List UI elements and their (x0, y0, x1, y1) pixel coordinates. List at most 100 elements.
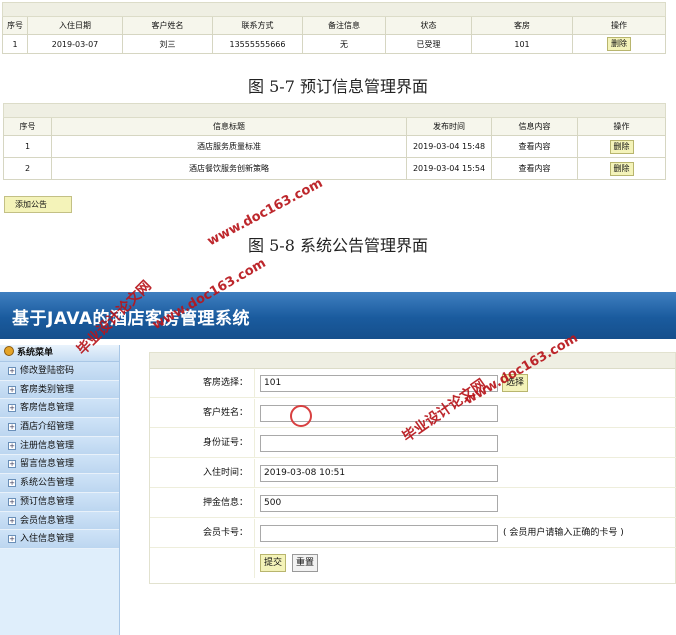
col-action: 操作 (577, 117, 666, 136)
sidebar-item-label: 客房类别管理 (20, 384, 75, 395)
sidebar-item-checkin[interactable]: + 入住信息管理 (0, 530, 119, 549)
booking-table-header: 序号 入住日期 客户姓名 联系方式 备注信息 状态 客房 操作 (2, 16, 666, 35)
add-notice-button[interactable]: 添加公告 (4, 196, 72, 213)
form-row-member: 会员卡号： ( 会员用户请输入正确的卡号 ) (150, 519, 676, 548)
plus-icon: + (8, 460, 16, 469)
sidebar-item-room-category[interactable]: + 客房类别管理 (0, 380, 119, 400)
delete-button[interactable]: 删除 (609, 139, 634, 154)
form-title-bar (150, 353, 675, 369)
col-no: 序号 (2, 16, 28, 35)
delete-button[interactable]: 删除 (609, 161, 634, 176)
plus-icon: + (8, 441, 16, 450)
member-label: 会员卡号： (150, 519, 255, 548)
sidebar-item-label: 酒店介绍管理 (20, 422, 75, 433)
sidebar-item-label: 系统公告管理 (20, 478, 75, 489)
id-label: 身份证号： (150, 429, 255, 458)
plus-icon: + (8, 385, 16, 394)
sidebar: 系统菜单 + 修改登陆密码 + 客房类别管理 + 客房信息管理 + 酒店介绍管理 + 注册… (0, 345, 120, 635)
sidebar-item-room-info[interactable]: + 客房信息管理 (0, 399, 119, 419)
form-row-deposit: 押金信息： 500 (150, 489, 676, 518)
cell-date: 2019-03-07 (27, 34, 123, 54)
checkin-label: 入住时间： (150, 459, 255, 488)
submit-button[interactable]: 提交 (260, 554, 287, 572)
cell-name: 刘三 (122, 34, 213, 54)
delete-button[interactable]: 删除 (607, 37, 631, 51)
cell-room: 101 (471, 34, 573, 54)
plus-icon: + (8, 497, 16, 506)
plus-icon: + (8, 516, 16, 525)
cell-no: 2 (3, 157, 52, 180)
col-no: 序号 (3, 117, 52, 136)
sidebar-item-label: 留言信息管理 (20, 459, 75, 470)
col-room: 客房 (471, 16, 573, 35)
caption-figure-5-7: 图 5-7 预订信息管理界面 (248, 77, 428, 96)
sidebar-item-notices[interactable]: + 系统公告管理 (0, 474, 119, 493)
sidebar-header-label: 系统菜单 (17, 348, 54, 358)
deposit-input[interactable]: 500 (260, 495, 498, 512)
checkin-time-input[interactable]: 2019-03-08 10:51 (260, 465, 498, 482)
col-title: 信息标题 (51, 117, 407, 136)
form-row-room: 客房选择： 101 选择 (150, 369, 676, 398)
member-hint: ( 会员用户请输入正确的卡号 ) (503, 528, 624, 538)
sidebar-item-bookings[interactable]: + 预订信息管理 (0, 492, 119, 512)
cell-action: 删除 (577, 135, 666, 158)
sidebar-item-hotel-intro[interactable]: + 酒店介绍管理 (0, 418, 119, 437)
member-card-input[interactable] (260, 525, 498, 542)
cell-action: 删除 (572, 34, 666, 54)
plus-icon: + (8, 423, 16, 432)
sidebar-item-label: 入住信息管理 (20, 534, 75, 545)
cell-no: 1 (3, 135, 52, 158)
notice-table-bar (3, 103, 666, 118)
sidebar-item-label: 会员信息管理 (20, 515, 75, 526)
col-customer-name: 客户姓名 (122, 16, 213, 35)
menu-user-icon (4, 346, 14, 356)
form-row-checkin: 入住时间： 2019-03-08 10:51 (150, 459, 676, 488)
table-row: 1 酒店服务质量标准 2019-03-04 15:48 查看内容 删除 (3, 135, 666, 158)
content-gutter (121, 345, 149, 635)
sidebar-item-messages[interactable]: + 留言信息管理 (0, 455, 119, 475)
reset-button[interactable]: 重置 (292, 554, 319, 572)
click-indicator-icon (290, 405, 312, 427)
col-checkin-date: 入住日期 (27, 16, 123, 35)
sidebar-item-label: 客房信息管理 (20, 403, 75, 414)
name-label: 客户姓名： (150, 399, 255, 428)
sidebar-header: 系统菜单 (0, 345, 119, 362)
sidebar-item-label: 修改登陆密码 (20, 366, 75, 376)
room-label: 客房选择： (150, 369, 255, 398)
cell-content[interactable]: 查看内容 (491, 157, 578, 180)
cell-action: 删除 (577, 157, 666, 180)
sidebar-item-change-password[interactable]: + 修改登陆密码 (0, 362, 119, 381)
notice-table-header: 序号 信息标题 发布时间 信息内容 操作 (3, 117, 666, 136)
col-publish-time: 发布时间 (406, 117, 492, 136)
cell-phone: 13555555666 (212, 34, 303, 54)
plus-icon: + (8, 404, 16, 413)
booking-table-bar (2, 2, 666, 17)
deposit-label: 押金信息： (150, 489, 255, 518)
plus-icon: + (8, 367, 16, 375)
cell-title: 酒店餐饮服务创新策略 (51, 157, 407, 180)
table-row: 1 2019-03-07 刘三 13555555666 无 已受理 101 删除 (2, 34, 666, 54)
form-row-actions: 提交 重置 (150, 549, 676, 578)
col-contact: 联系方式 (212, 16, 303, 35)
cell-content[interactable]: 查看内容 (491, 135, 578, 158)
col-status: 状态 (385, 16, 472, 35)
cell-no: 1 (2, 34, 28, 54)
booking-table: 序号 入住日期 客户姓名 联系方式 备注信息 状态 客房 操作 1 2019-0… (2, 2, 666, 54)
cell-status: 已受理 (385, 34, 472, 54)
sidebar-item-members[interactable]: + 会员信息管理 (0, 511, 119, 531)
cell-title: 酒店服务质量标准 (51, 135, 407, 158)
cell-time: 2019-03-04 15:48 (406, 135, 492, 158)
sidebar-item-registration[interactable]: + 注册信息管理 (0, 436, 119, 456)
plus-icon: + (8, 535, 16, 544)
actions-label-cell (150, 549, 255, 578)
notice-table: 序号 信息标题 发布时间 信息内容 操作 1 酒店服务质量标准 2019-03-… (3, 103, 666, 180)
plus-icon: + (8, 479, 16, 488)
sidebar-item-label: 预订信息管理 (20, 496, 75, 507)
id-number-input[interactable] (260, 435, 498, 452)
caption-figure-5-8: 图 5-8 系统公告管理界面 (248, 236, 428, 255)
col-content: 信息内容 (491, 117, 578, 136)
cell-note: 无 (302, 34, 386, 54)
table-row: 2 酒店餐饮服务创新策略 2019-03-04 15:54 查看内容 删除 (3, 157, 666, 180)
col-action: 操作 (572, 16, 666, 35)
checkin-form: 客房选择： 101 选择 客户姓名： 身份证号： 入住时间： 2019-03-0… (149, 352, 676, 584)
